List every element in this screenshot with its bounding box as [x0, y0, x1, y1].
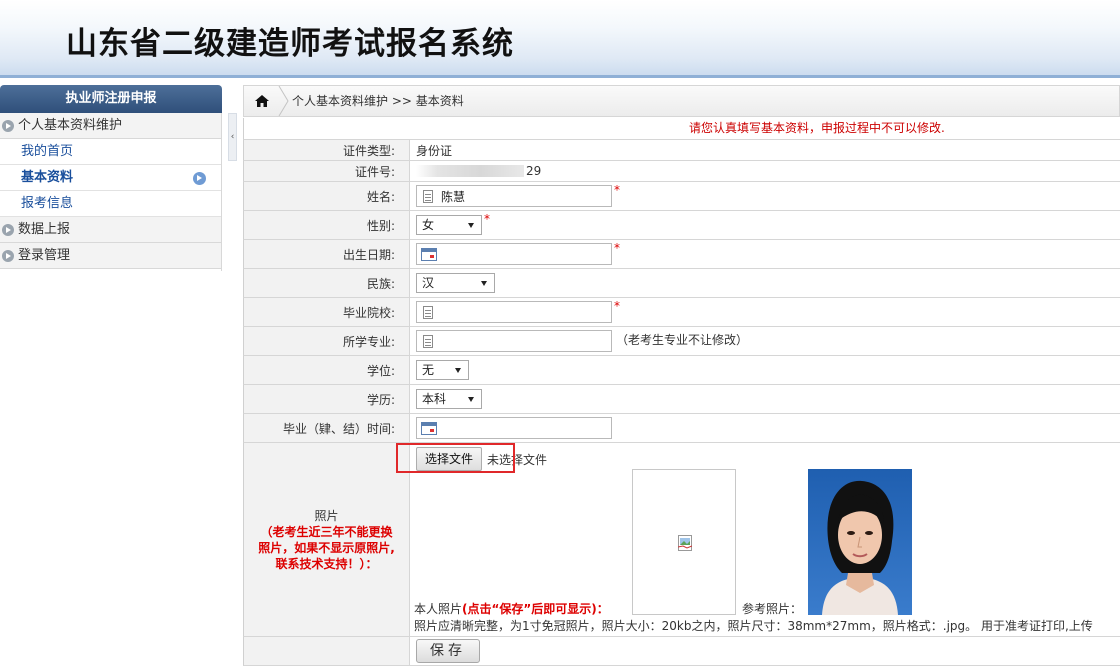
- row-school: 毕业院校: *: [243, 297, 1120, 326]
- degree-value: 无: [422, 363, 435, 377]
- sidebar-item-basic-info[interactable]: 基本资料: [0, 165, 222, 191]
- ethnicity-select[interactable]: 汉: [416, 273, 495, 293]
- photo-label-cell: 照片 （老考生近三年不能更换照片，如果不显示原照片,联系技术支持！）：: [244, 443, 410, 636]
- name-input[interactable]: 陈慧: [416, 185, 612, 207]
- sidebar-group-profile[interactable]: 个人基本资料维护: [0, 113, 222, 139]
- row-education: 学历: 本科: [243, 384, 1120, 413]
- home-icon[interactable]: [254, 94, 270, 108]
- degree-label: 学位:: [244, 356, 410, 384]
- dropdown-arrow-icon: [468, 223, 474, 228]
- sidebar-group-data-report[interactable]: 数据上报: [0, 217, 222, 243]
- page-header: 山东省二级建造师考试报名系统: [0, 0, 1120, 78]
- row-degree: 学位: 无: [243, 355, 1120, 384]
- own-photo-label: 本人照片: [414, 602, 463, 616]
- row-birth-date: 出生日期: *: [243, 239, 1120, 268]
- current-arrow-icon: [193, 172, 206, 185]
- dropdown-arrow-icon: [455, 368, 461, 373]
- id-number-label: 证件号:: [244, 161, 410, 181]
- name-label: 姓名:: [244, 182, 410, 210]
- required-mark: *: [614, 241, 620, 255]
- school-input[interactable]: [416, 301, 612, 323]
- sidebar-collapse-toggle[interactable]: ‹: [228, 113, 237, 161]
- header-divider: [0, 75, 1120, 78]
- calendar-icon: [421, 248, 437, 261]
- name-value: 陈慧: [441, 189, 466, 204]
- breadcrumb: 个人基本资料维护 >> 基本资料: [243, 85, 1120, 117]
- ethnicity-label: 民族:: [244, 269, 410, 297]
- row-gender: 性别: 女 *: [243, 210, 1120, 239]
- major-input[interactable]: [416, 330, 612, 352]
- education-label: 学历:: [244, 385, 410, 413]
- sidebar-border: [221, 113, 222, 271]
- row-major: 所学专业: （老考生专业不让修改）: [243, 326, 1120, 355]
- birth-date-label: 出生日期:: [244, 240, 410, 268]
- sidebar-item-exam-info[interactable]: 报考信息: [0, 191, 222, 217]
- major-hint: （老考生专业不让修改）: [616, 332, 749, 347]
- expand-arrow-icon: [2, 120, 14, 132]
- own-photo-hint: (点击“保存”后即可显示)：: [462, 602, 609, 616]
- highlight-box: [396, 443, 515, 473]
- expand-arrow-icon: [2, 250, 14, 262]
- row-ethnicity: 民族: 汉: [243, 268, 1120, 297]
- sidebar-group-login[interactable]: 登录管理: [0, 243, 222, 269]
- photo-warning: （老考生近三年不能更换照片，如果不显示原照片,联系技术支持！）：: [258, 525, 395, 571]
- dropdown-arrow-icon: [468, 397, 474, 402]
- ref-photo-label: 参考照片：: [742, 602, 803, 616]
- sidebar-item-label: 基本资料: [21, 170, 74, 185]
- text-field-icon: [423, 190, 433, 203]
- breadcrumb-separator: [278, 86, 289, 116]
- gender-value: 女: [422, 218, 435, 232]
- gender-label: 性别:: [244, 211, 410, 239]
- birth-date-input[interactable]: [416, 243, 612, 265]
- own-photo-frame: [632, 469, 736, 615]
- photo-label: 照片: [314, 509, 339, 523]
- own-photo-caption: 本人照片(点击“保存”后即可显示)：: [414, 600, 609, 617]
- expand-arrow-icon: [2, 224, 14, 236]
- id-number-value: 29: [526, 164, 542, 178]
- photo-requirements: 照片应清晰完整，为1寸免冠照片，照片大小：20kb之内，照片尺寸：38mm*27…: [414, 619, 1093, 633]
- save-button[interactable]: 保存: [416, 639, 480, 663]
- sidebar-heading: 执业师注册申报: [0, 85, 222, 113]
- major-label: 所学专业:: [244, 327, 410, 355]
- text-field-icon: [423, 306, 433, 319]
- sidebar-group-label: 登录管理: [18, 248, 71, 263]
- sidebar: 执业师注册申报 个人基本资料维护 我的首页 基本资料 报考信息 数据上报 登录管…: [0, 85, 222, 269]
- required-mark: *: [614, 183, 620, 197]
- system-title: 山东省二级建造师考试报名系统: [66, 26, 514, 62]
- required-mark: *: [484, 212, 490, 226]
- sidebar-item-home[interactable]: 我的首页: [0, 139, 222, 165]
- ethnicity-value: 汉: [422, 276, 435, 290]
- breadcrumb-text: 个人基本资料维护 >> 基本资料: [292, 94, 464, 108]
- graduation-time-label: 毕业（肄、结）时间:: [244, 414, 410, 442]
- text-field-icon: [423, 335, 433, 348]
- education-select[interactable]: 本科: [416, 389, 482, 409]
- gender-select[interactable]: 女: [416, 215, 482, 235]
- school-label: 毕业院校:: [244, 298, 410, 326]
- id-type-value: 身份证: [416, 143, 453, 158]
- row-name: 姓名: 陈慧 *: [243, 181, 1120, 210]
- save-row-label: [244, 637, 410, 665]
- id-type-label: 证件类型:: [244, 140, 410, 160]
- education-value: 本科: [422, 392, 447, 406]
- sidebar-group-label: 个人基本资料维护: [18, 118, 123, 133]
- broken-image-icon: [678, 535, 692, 551]
- redacted-id: [416, 165, 524, 177]
- required-mark: *: [614, 299, 620, 313]
- reference-photo: [808, 469, 912, 615]
- row-id-type: 证件类型: 身份证: [243, 139, 1120, 160]
- degree-select[interactable]: 无: [416, 360, 469, 380]
- row-id-number: 证件号: 29: [243, 160, 1120, 181]
- calendar-icon: [421, 422, 437, 435]
- row-save: 保存: [243, 636, 1120, 666]
- dropdown-arrow-icon: [481, 281, 487, 286]
- graduation-time-input[interactable]: [416, 417, 612, 439]
- sidebar-group-label: 数据上报: [18, 222, 71, 237]
- row-graduation-time: 毕业（肄、结）时间:: [243, 413, 1120, 442]
- form-notice: 请您认真填写基本资料，申报过程中不可以修改.: [243, 118, 1120, 139]
